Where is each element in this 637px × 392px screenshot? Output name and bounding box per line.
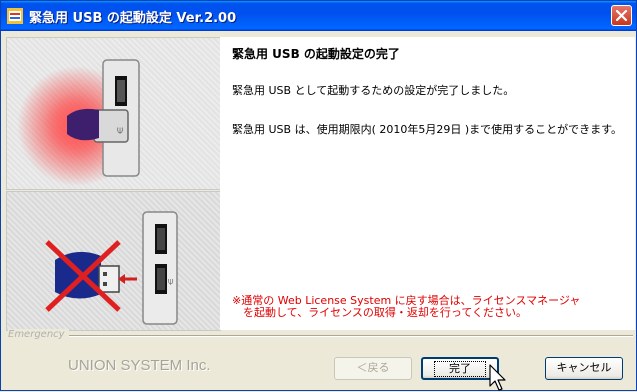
- app-icon: [7, 8, 23, 24]
- close-icon: [616, 10, 627, 21]
- usb-glow-image: ⍦: [17, 59, 140, 186]
- notice-line-2: を起動して、ライセンスの取得・返却を行ってください。: [243, 306, 528, 319]
- window-title: 緊急用 USB の起動設定 Ver.2.00: [29, 11, 237, 26]
- finish-button[interactable]: 完了: [421, 357, 499, 380]
- footer-divider: [53, 335, 633, 337]
- group-label: Emergency: [8, 329, 69, 340]
- company-name: UNION SYSTEM Inc.: [68, 357, 211, 374]
- svg-text:⍦: ⍦: [117, 125, 123, 136]
- page-title: 緊急用 USB の起動設定の完了: [232, 47, 400, 61]
- close-button[interactable]: [611, 5, 632, 26]
- license-notice: ※通常の Web License System に戻す場合は、ライセンスマネージ…: [232, 295, 627, 319]
- svg-text:⍦: ⍦: [168, 277, 174, 287]
- usb-connected-illustration: ⍦: [6, 37, 221, 190]
- dialog-window: 緊急用 USB の起動設定 Ver.2.00 ⍦ ⍦ 緊急用 USB の起動設定…: [0, 0, 637, 391]
- completion-message: 緊急用 USB として起動するための設定が完了しました。: [232, 84, 515, 97]
- usb-disconnected-illustration: ⍦: [6, 191, 221, 331]
- expiry-message: 緊急用 USB は、使用期限内( 2010年5月29日 )まで使用することができ…: [232, 123, 623, 136]
- usb-crossed-image: ⍦: [45, 211, 178, 325]
- finish-button-label: 完了: [434, 361, 486, 377]
- content-panel: 緊急用 USB の起動設定の完了 緊急用 USB として起動するための設定が完了…: [220, 37, 635, 330]
- title-bar[interactable]: 緊急用 USB の起動設定 Ver.2.00: [1, 1, 636, 31]
- cancel-button[interactable]: キャンセル: [545, 357, 623, 380]
- back-button[interactable]: ＜戻る: [334, 357, 412, 380]
